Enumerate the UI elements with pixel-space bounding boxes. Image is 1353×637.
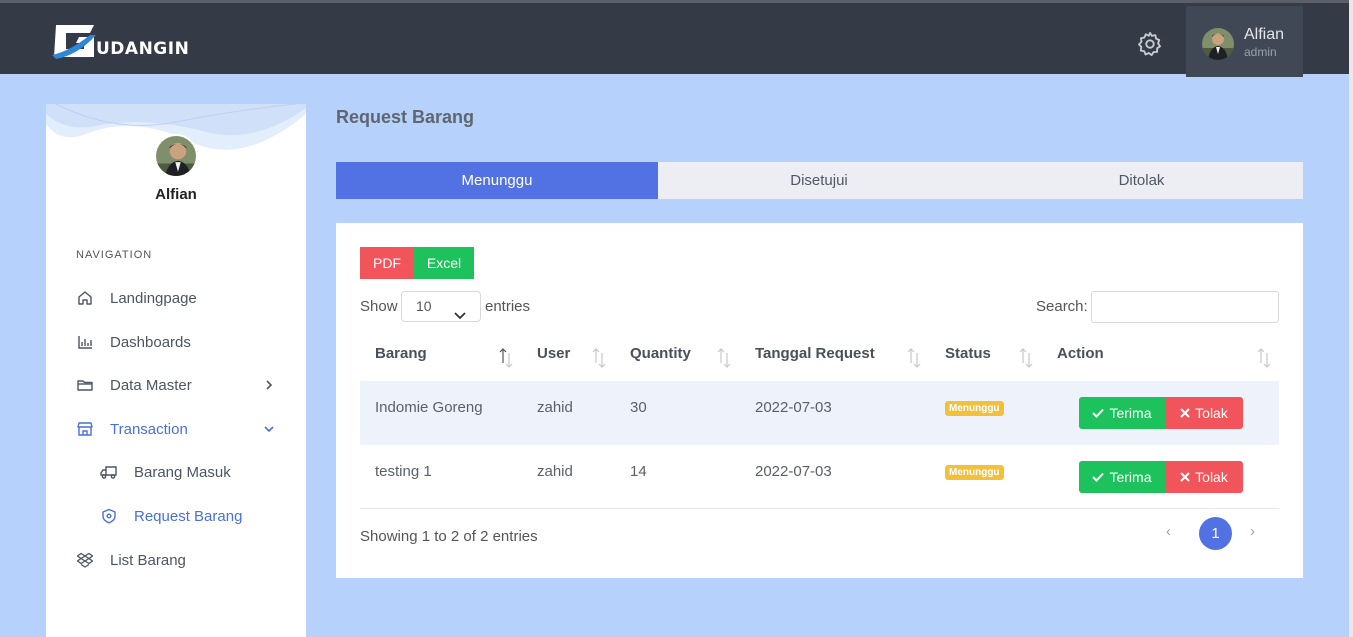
accept-button[interactable]: Terima (1079, 397, 1165, 429)
column-header-tanggal-request[interactable]: Tanggal Request (755, 345, 875, 362)
cell-user: zahid (537, 463, 573, 480)
table-info: Showing 1 to 2 of 2 entries (360, 528, 538, 545)
reject-button[interactable]: Tolak (1165, 461, 1243, 493)
status-badge: Menunggu (945, 465, 1004, 480)
sidebar-item-label: Barang Masuk (134, 463, 231, 481)
gear-icon[interactable] (1136, 30, 1164, 58)
cell-barang: testing 1 (375, 463, 432, 480)
folder-icon (76, 376, 94, 394)
sidebar-item-label: Transaction (110, 420, 188, 438)
tab-menunggu[interactable]: Menunggu (336, 162, 658, 199)
user-menu[interactable]: Alfian admin (1186, 6, 1303, 77)
request-table-card: PDF Excel Show 10 entries Search: Barang… (336, 223, 1303, 578)
app-logo[interactable]: UDANGIN (50, 21, 189, 61)
pagination-prev[interactable]: ‹ (1166, 523, 1171, 540)
accept-button-label: Terima (1109, 405, 1152, 421)
entries-select[interactable]: 10 (401, 291, 481, 322)
accept-button-label: Terima (1109, 469, 1152, 485)
reject-button-label: Tolak (1195, 469, 1228, 485)
sidebar: Alfian NAVIGATION Landingpage Dashboards… (46, 104, 306, 637)
sidebar-profile-name: Alfian (155, 186, 197, 203)
close-icon (1180, 472, 1190, 482)
pagination-page-1[interactable]: 1 (1199, 517, 1232, 550)
sidebar-item-label: Request Barang (134, 507, 243, 525)
sidebar-item-data-master[interactable]: Data Master (76, 374, 276, 396)
column-header-user[interactable]: User (537, 345, 570, 362)
entries-select-value: 10 (416, 298, 432, 314)
sidebar-item-label: Data Master (110, 376, 192, 394)
tab-disetujui[interactable]: Disetujui (658, 162, 980, 199)
export-excel-button[interactable]: Excel (414, 247, 474, 279)
sidebar-avatar (154, 134, 198, 178)
logo-mark (50, 21, 102, 61)
table-row: testing 1 zahid 14 2022-07-03 Menunggu T… (360, 445, 1279, 509)
bar-chart-icon (76, 333, 94, 351)
cell-barang: Indomie Goreng (375, 399, 483, 416)
table-header: Barang User Quantity Tanggal Request Sta… (360, 335, 1279, 379)
sidebar-item-label: Dashboards (110, 333, 191, 351)
chevron-right-icon (262, 378, 276, 392)
sidebar-item-barang-masuk[interactable]: Barang Masuk (100, 461, 300, 483)
sidebar-item-landingpage[interactable]: Landingpage (76, 287, 276, 309)
cell-quantity: 30 (630, 399, 647, 416)
sidebar-item-label: Landingpage (110, 289, 197, 307)
sidebar-item-dashboards[interactable]: Dashboards (76, 331, 276, 353)
shield-icon (100, 507, 118, 525)
show-label: Show (360, 298, 398, 315)
check-icon (1092, 408, 1105, 418)
search-label: Search: (1036, 298, 1088, 315)
close-icon (1180, 408, 1190, 418)
sort-icon[interactable] (716, 345, 732, 369)
accept-button[interactable]: Terima (1079, 461, 1165, 493)
logo-text: UDANGIN (96, 39, 190, 59)
sort-icon[interactable] (1018, 345, 1034, 369)
sidebar-item-label: List Barang (110, 551, 186, 569)
table-divider (360, 508, 1279, 509)
window-edge (1349, 0, 1353, 637)
sort-icon[interactable] (1256, 345, 1272, 369)
export-pdf-button[interactable]: PDF (360, 247, 414, 279)
reject-button[interactable]: Tolak (1165, 397, 1243, 429)
cell-tanggal: 2022-07-03 (755, 399, 832, 416)
search-input[interactable] (1091, 291, 1279, 323)
cell-quantity: 14 (630, 463, 647, 480)
check-icon (1092, 472, 1105, 482)
tab-ditolak[interactable]: Ditolak (980, 162, 1303, 199)
column-header-action[interactable]: Action (1057, 345, 1104, 362)
sort-icon[interactable] (591, 345, 607, 369)
column-header-status[interactable]: Status (945, 345, 991, 362)
status-badge: Menunggu (945, 401, 1004, 416)
cell-user: zahid (537, 399, 573, 416)
cell-tanggal: 2022-07-03 (755, 463, 832, 480)
sort-icon[interactable] (906, 345, 922, 369)
user-name: Alfian (1244, 26, 1285, 43)
dropbox-icon (76, 551, 94, 569)
column-header-quantity[interactable]: Quantity (630, 345, 691, 362)
avatar (1202, 28, 1234, 60)
table-row: Indomie Goreng zahid 30 2022-07-03 Menun… (360, 381, 1279, 445)
pagination-next[interactable]: › (1250, 523, 1255, 540)
sort-asc-icon[interactable] (498, 345, 514, 369)
nav-heading: NAVIGATION (76, 249, 153, 261)
sidebar-item-request-barang[interactable]: Request Barang (100, 505, 300, 527)
user-role: admin (1244, 45, 1277, 59)
home-icon (76, 289, 94, 307)
sidebar-item-transaction[interactable]: Transaction (76, 418, 276, 440)
chevron-down-icon (262, 422, 276, 436)
page-title: Request Barang (336, 107, 475, 127)
store-icon (76, 420, 94, 438)
status-tabs: Menunggu Disetujui Ditolak (336, 162, 1303, 199)
sidebar-item-list-barang[interactable]: List Barang (76, 549, 276, 571)
column-header-barang[interactable]: Barang (375, 345, 427, 362)
reject-button-label: Tolak (1195, 405, 1228, 421)
truck-icon (100, 463, 118, 481)
chevron-down-icon (454, 302, 466, 320)
top-bar: UDANGIN Alfian admin (0, 0, 1349, 77)
entries-label: entries (485, 298, 531, 315)
